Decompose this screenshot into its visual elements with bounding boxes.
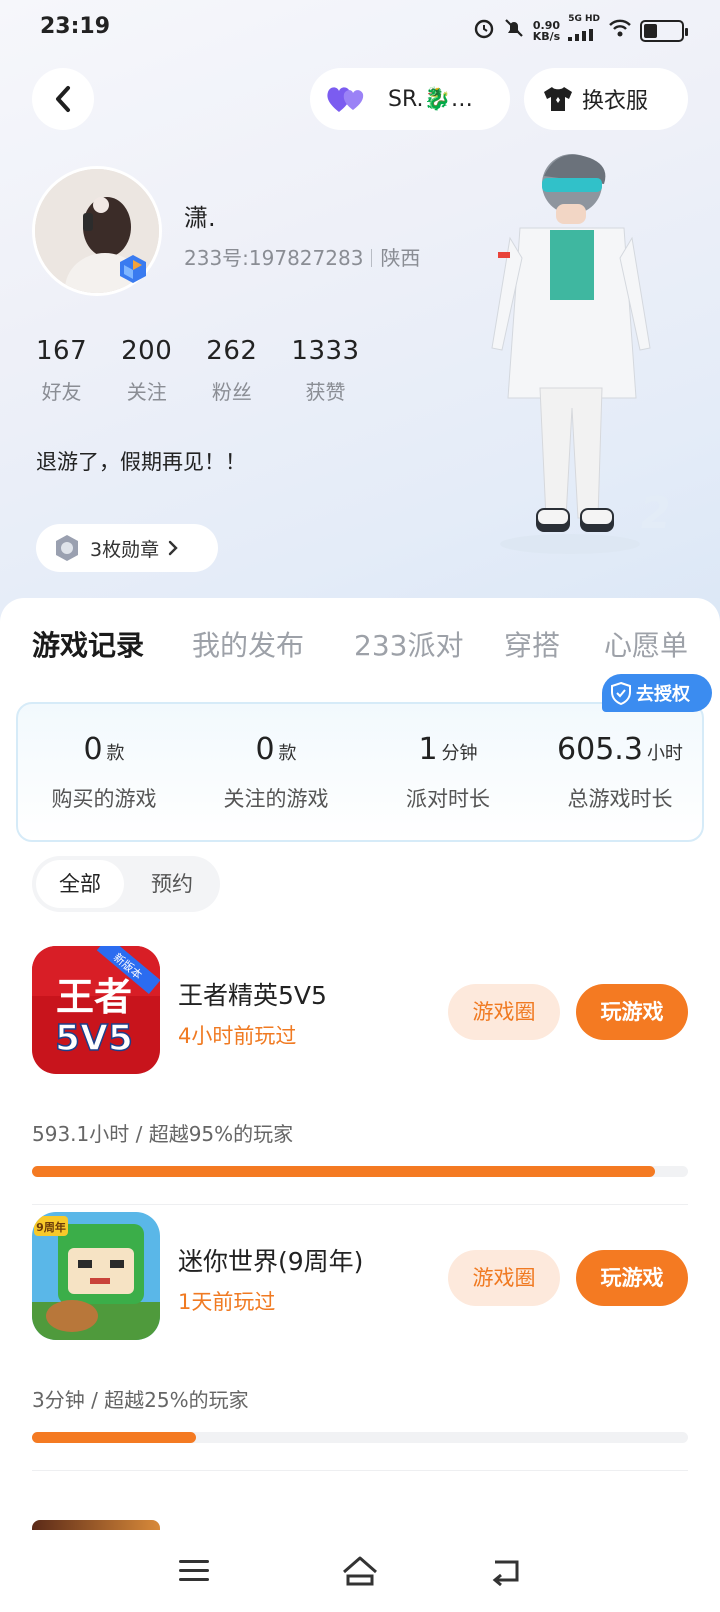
svg-text:王者: 王者 xyxy=(56,975,132,1019)
svg-text:5V5: 5V5 xyxy=(55,1018,133,1059)
tab-wishlist[interactable]: 心愿单 xyxy=(604,624,688,664)
authorize-label: 去授权 xyxy=(636,684,690,705)
filter-reserve[interactable]: 预约 xyxy=(128,860,216,908)
game-circle-button[interactable]: 游戏圈 xyxy=(448,984,560,1040)
filter-segment: 全部 预约 xyxy=(32,856,220,912)
game-summary-card: 0款 购买的游戏 0款 关注的游戏 1 分钟 派对时长 605.3 小时 总游戏时长 xyxy=(16,702,704,842)
home-button[interactable] xyxy=(330,1546,390,1596)
shield-check-icon xyxy=(611,681,631,705)
game-icon: 王者 5V5 新版本 xyxy=(32,946,160,1074)
playtime-progress-fill xyxy=(32,1166,656,1177)
tab-my-posts[interactable]: 我的发布 xyxy=(192,624,304,664)
system-nav-bar xyxy=(0,1530,720,1612)
stat-likes[interactable]: 1333 获赞 xyxy=(291,336,359,405)
home-icon xyxy=(343,1556,377,1586)
game-icon: 9周年 xyxy=(32,1212,160,1340)
chevron-left-icon xyxy=(56,86,70,112)
change-outfit-button[interactable]: 换衣服 xyxy=(524,68,688,130)
tab-game-records[interactable]: 游戏记录 xyxy=(32,624,144,664)
game-last-played: 4小时前玩过 xyxy=(178,1024,297,1048)
play-game-button[interactable]: 玩游戏 xyxy=(576,984,688,1040)
change-outfit-label: 换衣服 xyxy=(582,89,649,114)
nickname: 潇. xyxy=(184,204,216,232)
medals-label: 3枚勋章 xyxy=(90,538,160,561)
game-item[interactable]: 9周年 迷你世界(9周年) 1天前玩过 游戏圈 玩游戏 3分钟 / 超越25%的… xyxy=(0,1212,720,1484)
friend-pill[interactable]: SR.🐉… xyxy=(310,68,510,130)
filter-all[interactable]: 全部 xyxy=(36,860,124,908)
status-icons: 0.90 KB/s 5G HD xyxy=(473,14,688,48)
signal-icon: 5G HD xyxy=(568,14,600,48)
medals-button[interactable]: 3枚勋章 xyxy=(36,524,218,572)
game-item[interactable]: 王者 5V5 新版本 王者精英5V5 4小时前玩过 游戏圈 玩游戏 593.1小… xyxy=(0,946,720,1218)
svg-text:9周年: 9周年 xyxy=(36,1220,66,1234)
friend-name: SR.🐉… xyxy=(388,86,473,112)
wifi-icon xyxy=(608,18,632,45)
back-arrow-icon xyxy=(492,1560,519,1586)
status-bar: 23:19 0.90 KB/s 5G HD xyxy=(0,0,720,56)
tshirt-icon xyxy=(544,87,572,111)
stat-following[interactable]: 200 关注 xyxy=(121,336,172,405)
profile-stats: 167 好友 200 关注 262 粉丝 1333 获赞 xyxy=(36,336,394,405)
menu-button[interactable] xyxy=(164,1546,224,1596)
summary-purchased[interactable]: 0款 购买的游戏 xyxy=(18,732,190,813)
uid-line: 233号:197827283 陕西 xyxy=(184,242,420,271)
play-game-button[interactable]: 玩游戏 xyxy=(576,1250,688,1306)
medal-icon xyxy=(56,535,78,561)
chevron-right-icon xyxy=(168,540,178,556)
tab-233-party[interactable]: 233派对 xyxy=(354,624,463,664)
double-heart-icon xyxy=(327,87,364,112)
net-speed: 0.90 KB/s xyxy=(532,19,561,43)
menu-icon xyxy=(179,1560,209,1581)
game-last-played: 1天前玩过 xyxy=(178,1290,276,1314)
summary-followed[interactable]: 0款 关注的游戏 xyxy=(190,732,362,813)
tab-outfits[interactable]: 穿搭 xyxy=(504,624,560,664)
summary-total-time[interactable]: 605.3 小时 总游戏时长 xyxy=(534,732,706,813)
game-playtime-stat: 3分钟 / 超越25%的玩家 xyxy=(32,1388,249,1412)
mute-icon xyxy=(503,17,525,46)
playtime-progress-track xyxy=(32,1166,688,1177)
region: 陕西 xyxy=(380,246,421,270)
game-playtime-stat: 593.1小时 / 超越95%的玩家 xyxy=(32,1122,294,1146)
game-circle-button[interactable]: 游戏圈 xyxy=(448,1250,560,1306)
playtime-progress-track xyxy=(32,1432,688,1443)
game-name: 王者精英5V5 xyxy=(178,981,327,1010)
playtime-progress-fill xyxy=(32,1432,196,1443)
battery-icon xyxy=(640,20,688,42)
back-button[interactable] xyxy=(32,68,94,130)
bio: 退游了，假期再见！！ xyxy=(36,450,246,474)
divider xyxy=(32,1204,688,1205)
next-game-icon-peek[interactable] xyxy=(32,1520,160,1530)
authorize-button[interactable]: 去授权 xyxy=(602,674,712,712)
alarm-icon xyxy=(473,17,495,46)
stat-fans[interactable]: 262 粉丝 xyxy=(206,336,257,405)
status-time: 23:19 xyxy=(40,14,111,39)
battery-level xyxy=(644,24,657,38)
content-panel: 游戏记录 我的发布 233派对 穿搭 心愿单 0款 购买的游戏 0款 关注的游戏… xyxy=(0,598,720,1612)
stat-friends[interactable]: 167 好友 xyxy=(36,336,87,405)
summary-party-time[interactable]: 1 分钟 派对时长 xyxy=(362,732,534,813)
avatar-character[interactable] xyxy=(480,148,660,558)
game-name: 迷你世界(9周年) xyxy=(178,1247,364,1276)
back-nav-button[interactable] xyxy=(476,1546,536,1596)
level-badge-icon xyxy=(120,255,146,283)
divider xyxy=(32,1470,688,1471)
user-id: 233号:197827283 xyxy=(184,246,364,270)
